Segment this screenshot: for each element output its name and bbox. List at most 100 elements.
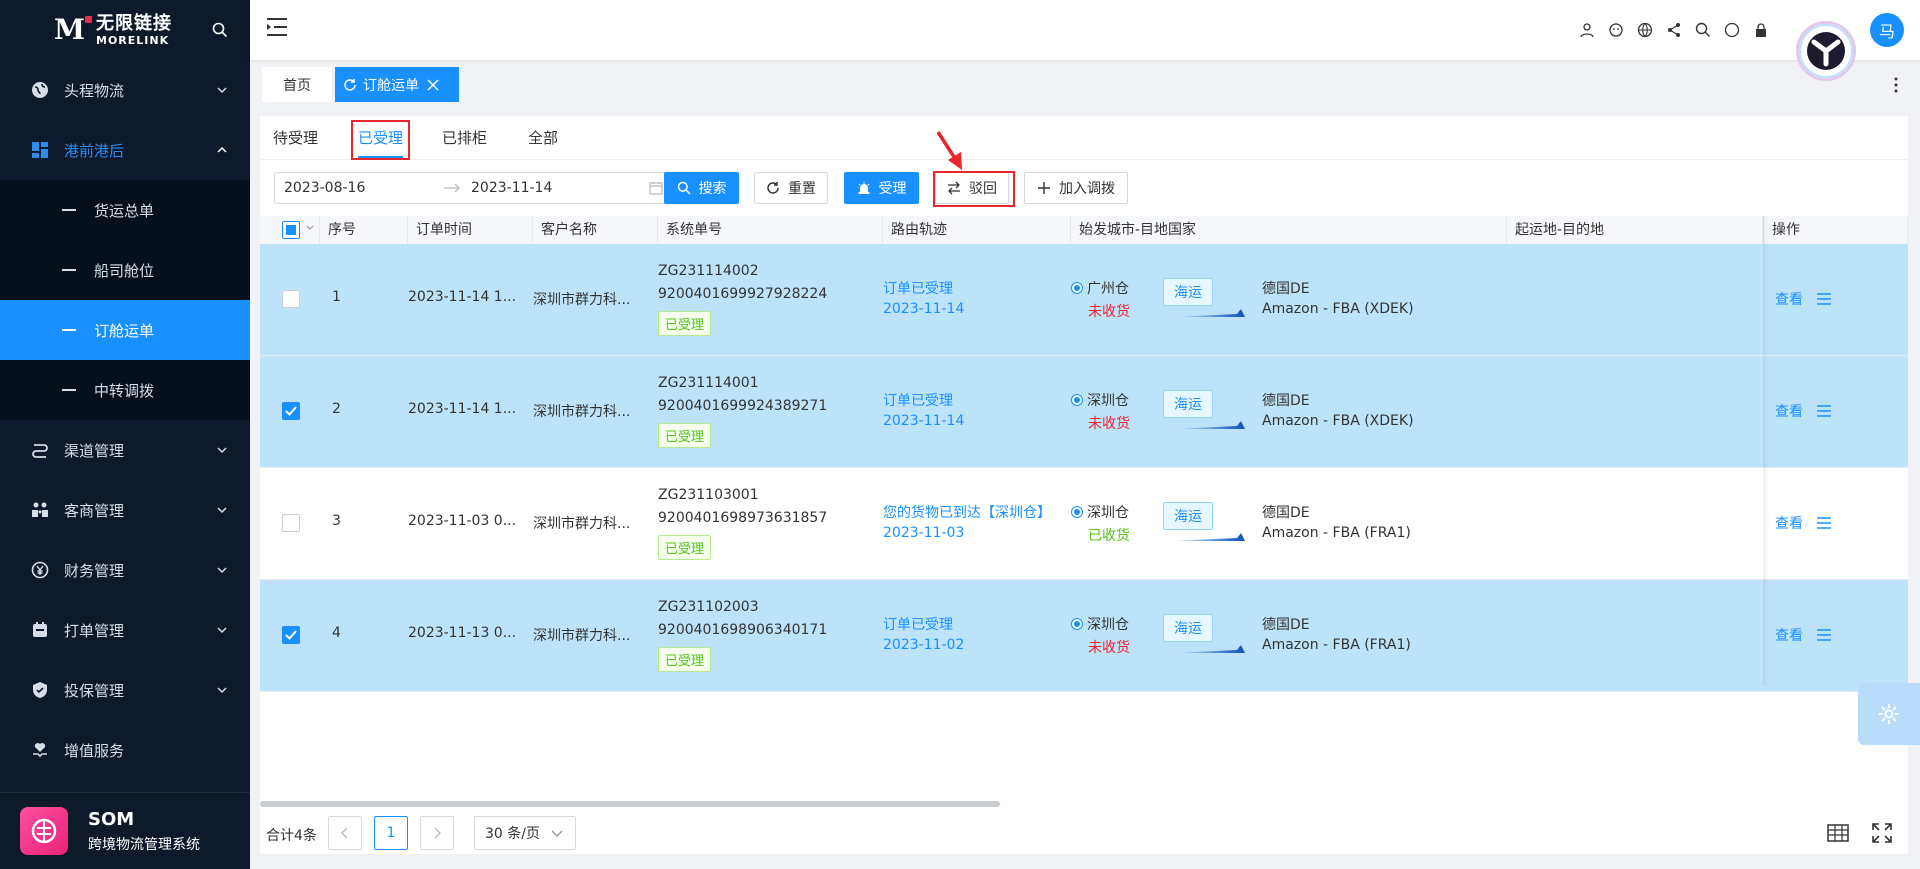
tag-home[interactable]: 首页 xyxy=(262,67,332,102)
tag-booking-waybill[interactable]: 订舱运单 xyxy=(335,67,459,102)
row-time: 2023-11-14 1... xyxy=(408,401,517,417)
col-origin-country: 始发城市-目地国家 xyxy=(1071,216,1507,244)
main-card: 待受理 已受理 已排柜 全部 2023-08-16 2023-11-14 搜索 … xyxy=(260,116,1908,854)
horizontal-scrollbar[interactable] xyxy=(260,801,1000,807)
sidebar-subitem-cargo-master[interactable]: 货运总单 xyxy=(0,180,250,240)
receive-status: 未收货 xyxy=(1088,640,1130,656)
user-switch-icon[interactable] xyxy=(1577,20,1596,39)
route-status-link[interactable]: 订单已受理 xyxy=(883,614,953,634)
progress-track-icon xyxy=(1171,309,1245,317)
col-customer: 客户名称 xyxy=(533,216,658,244)
table-row[interactable]: 2 2023-11-14 1... 深圳市群力科... ZG231114001 … xyxy=(260,356,1908,468)
view-link[interactable]: 查看 xyxy=(1775,289,1831,309)
route-status-link[interactable]: 您的货物已到达【深圳仓】 xyxy=(883,502,1051,522)
chevron-down-icon[interactable] xyxy=(306,225,314,231)
view-label: 查看 xyxy=(1775,292,1803,308)
total-count: 合计4条 xyxy=(266,828,317,844)
row-sys-no: ZG231114001 xyxy=(658,375,759,391)
route-status-link[interactable]: 订单已受理 xyxy=(883,390,953,410)
close-icon[interactable] xyxy=(427,78,439,91)
lock-icon[interactable] xyxy=(1751,20,1770,39)
pagination: 合计4条 1 30 条/页 xyxy=(260,814,1908,854)
sidebar-subitem-carrier-space[interactable]: 船司舱位 xyxy=(0,240,250,300)
menu-fold-icon[interactable] xyxy=(266,17,288,37)
view-link[interactable]: 查看 xyxy=(1775,625,1831,645)
share-icon[interactable] xyxy=(1664,20,1683,39)
sidebar-item-insurance[interactable]: 投保管理 xyxy=(0,660,250,720)
select-all-checkbox[interactable] xyxy=(282,221,300,239)
col-no: 序号 xyxy=(320,216,408,244)
row-customer: 深圳市群力科... xyxy=(533,628,631,644)
fullscreen-icon[interactable] xyxy=(1871,822,1893,844)
sidebar-item-merchant[interactable]: 客商管理 xyxy=(0,480,250,540)
destination-country: 德国DE xyxy=(1262,505,1310,521)
menu-lines-icon[interactable] xyxy=(1817,517,1831,529)
message-icon[interactable] xyxy=(1606,20,1625,39)
view-link[interactable]: 查看 xyxy=(1775,513,1831,533)
next-page-button[interactable] xyxy=(420,816,454,850)
avatar[interactable]: 马 xyxy=(1870,13,1904,47)
reset-button[interactable]: 重置 xyxy=(754,172,828,204)
destination-warehouse: Amazon - FBA (XDEK) xyxy=(1262,413,1414,429)
refresh-icon[interactable] xyxy=(343,78,357,92)
search-button[interactable]: 搜索 xyxy=(664,172,739,204)
view-link[interactable]: 查看 xyxy=(1775,401,1831,421)
sidebar-item-first-leg-logistics[interactable]: 头程物流 xyxy=(0,60,250,120)
plus-icon xyxy=(1038,182,1050,194)
sidebar-item-label: 客商管理 xyxy=(64,501,125,520)
page-size-select[interactable]: 30 条/页 xyxy=(474,816,576,850)
row-sys-no: ZG231114002 xyxy=(658,263,759,279)
language-icon[interactable] xyxy=(1635,20,1654,39)
table-settings-icon[interactable] xyxy=(1827,822,1849,844)
sidebar-subitem-transfer[interactable]: 中转调拨 xyxy=(0,360,250,420)
som-logo-icon xyxy=(20,807,68,855)
search-icon[interactable] xyxy=(1693,20,1712,39)
table-row[interactable]: 4 2023-11-13 0... 深圳市群力科... ZG231102003 … xyxy=(260,580,1908,692)
date-range-picker[interactable]: 2023-08-16 2023-11-14 xyxy=(274,172,674,204)
som-brand: SOM 跨境物流管理系统 xyxy=(0,792,250,869)
sidebar-item-channel[interactable]: 渠道管理 xyxy=(0,420,250,480)
chevron-down-icon xyxy=(217,507,227,514)
page-size-value: 30 条/页 xyxy=(485,826,540,842)
floating-settings-button[interactable] xyxy=(1858,683,1920,745)
route-status-link[interactable]: 订单已受理 xyxy=(883,278,953,298)
prev-page-button[interactable] xyxy=(328,816,362,850)
sidebar-item-port[interactable]: 港前港后 xyxy=(0,120,250,180)
destination-country: 德国DE xyxy=(1262,617,1310,633)
tab-containerized[interactable]: 已排柜 xyxy=(442,116,487,160)
add-transfer-button[interactable]: 加入调拨 xyxy=(1024,172,1128,204)
sidebar-item-finance[interactable]: 财务管理 xyxy=(0,540,250,600)
gear-icon xyxy=(1879,704,1899,724)
col-order-time: 订单时间 xyxy=(408,216,533,244)
receive-status: 已收货 xyxy=(1088,528,1130,544)
menu-lines-icon[interactable] xyxy=(1817,293,1831,305)
sidebar-item-value-added[interactable]: 增值服务 xyxy=(0,720,250,780)
menu-lines-icon[interactable] xyxy=(1817,405,1831,417)
search-icon[interactable] xyxy=(212,22,228,38)
menu-lines-icon[interactable] xyxy=(1817,629,1831,641)
row-customer: 深圳市群力科... xyxy=(533,404,631,420)
sidebar-subitem-booking-waybill[interactable]: 订舱运单 xyxy=(0,300,250,360)
table-row[interactable]: 1 2023-11-14 1... 深圳市群力科... ZG231114002 … xyxy=(260,244,1908,356)
logo-cn-text: 无限链接 xyxy=(96,12,172,34)
fixed-column-shadow xyxy=(1763,216,1769,686)
row-tracking-no: 9200401699927928224 xyxy=(658,286,828,302)
page-1-button[interactable]: 1 xyxy=(374,816,408,850)
accept-button[interactable]: 受理 xyxy=(844,172,919,204)
row-checkbox[interactable] xyxy=(282,402,300,420)
more-vertical-icon[interactable] xyxy=(1894,76,1898,94)
table-row[interactable]: 3 2023-11-03 0... 深圳市群力科... ZG231103001 … xyxy=(260,468,1908,580)
tab-pending[interactable]: 待受理 xyxy=(273,116,318,160)
row-no: 1 xyxy=(332,289,341,305)
row-time: 2023-11-03 0... xyxy=(408,513,517,529)
origin-label: 深圳仓 xyxy=(1087,393,1129,409)
col-system-no: 系统单号 xyxy=(658,216,883,244)
row-checkbox[interactable] xyxy=(282,626,300,644)
sidebar-item-print[interactable]: 打单管理 xyxy=(0,600,250,660)
help-icon[interactable] xyxy=(1722,20,1741,39)
tab-all[interactable]: 全部 xyxy=(528,116,558,160)
row-checkbox[interactable] xyxy=(282,514,300,532)
chevron-down-icon xyxy=(551,830,563,837)
row-checkbox[interactable] xyxy=(282,290,300,308)
radio-dot-icon xyxy=(1071,618,1083,630)
